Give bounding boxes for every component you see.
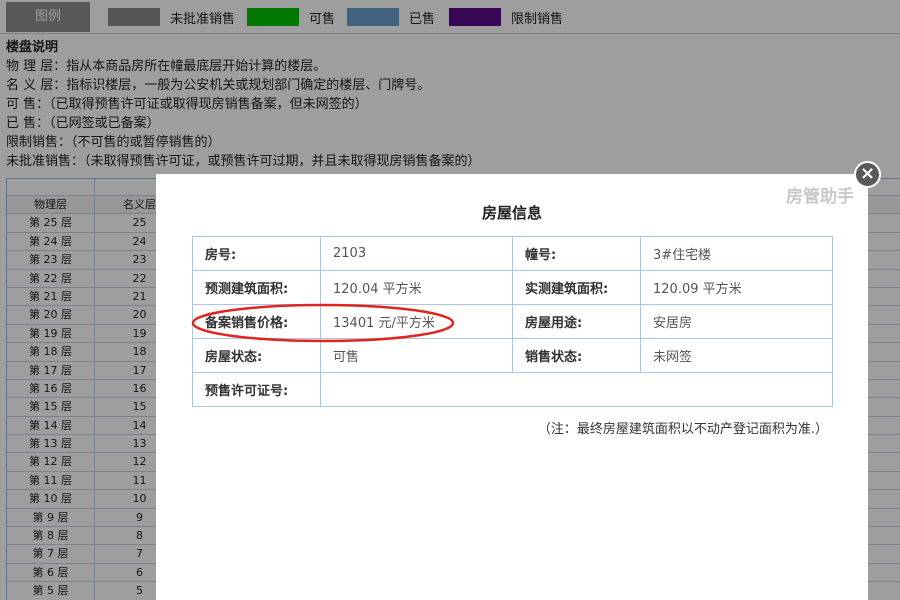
house-usage-label: 房屋用途:	[512, 304, 641, 339]
building-number-label: 幢号:	[512, 236, 641, 271]
predicted-area-label: 预测建筑面积:	[192, 270, 321, 305]
table-row: 房号: 2103 幢号: 3#住宅楼	[192, 236, 833, 271]
house-info-modal: 房管助手 房屋信息 房号: 2103 幢号: 3#住宅楼 预测建筑面积: 120…	[156, 174, 868, 600]
presale-permit-label: 预售许可证号:	[192, 372, 321, 407]
red-ellipse-annotation	[191, 303, 455, 343]
predicted-area-value: 120.04 平方米	[320, 270, 513, 305]
measured-area-label: 实测建筑面积:	[512, 270, 641, 305]
presale-permit-value	[320, 372, 833, 407]
table-row: 预测建筑面积: 120.04 平方米 实测建筑面积: 120.09 平方米	[192, 270, 833, 305]
sale-status-value: 未网签	[640, 338, 833, 373]
highlight-ellipse	[191, 303, 455, 343]
sale-status-label: 销售状态:	[512, 338, 641, 373]
building-number-value: 3#住宅楼	[640, 236, 833, 271]
room-number-value: 2103	[320, 236, 513, 271]
measured-area-value: 120.09 平方米	[640, 270, 833, 305]
table-row: 预售许可证号:	[192, 372, 833, 407]
room-number-label: 房号:	[192, 236, 321, 271]
area-disclaimer: （注：最终房屋建筑面积以不动产登记面积为准.）	[537, 422, 828, 437]
house-usage-value: 安居房	[640, 304, 833, 339]
modal-title: 房屋信息	[481, 204, 542, 222]
close-button[interactable]: ×	[854, 161, 881, 188]
